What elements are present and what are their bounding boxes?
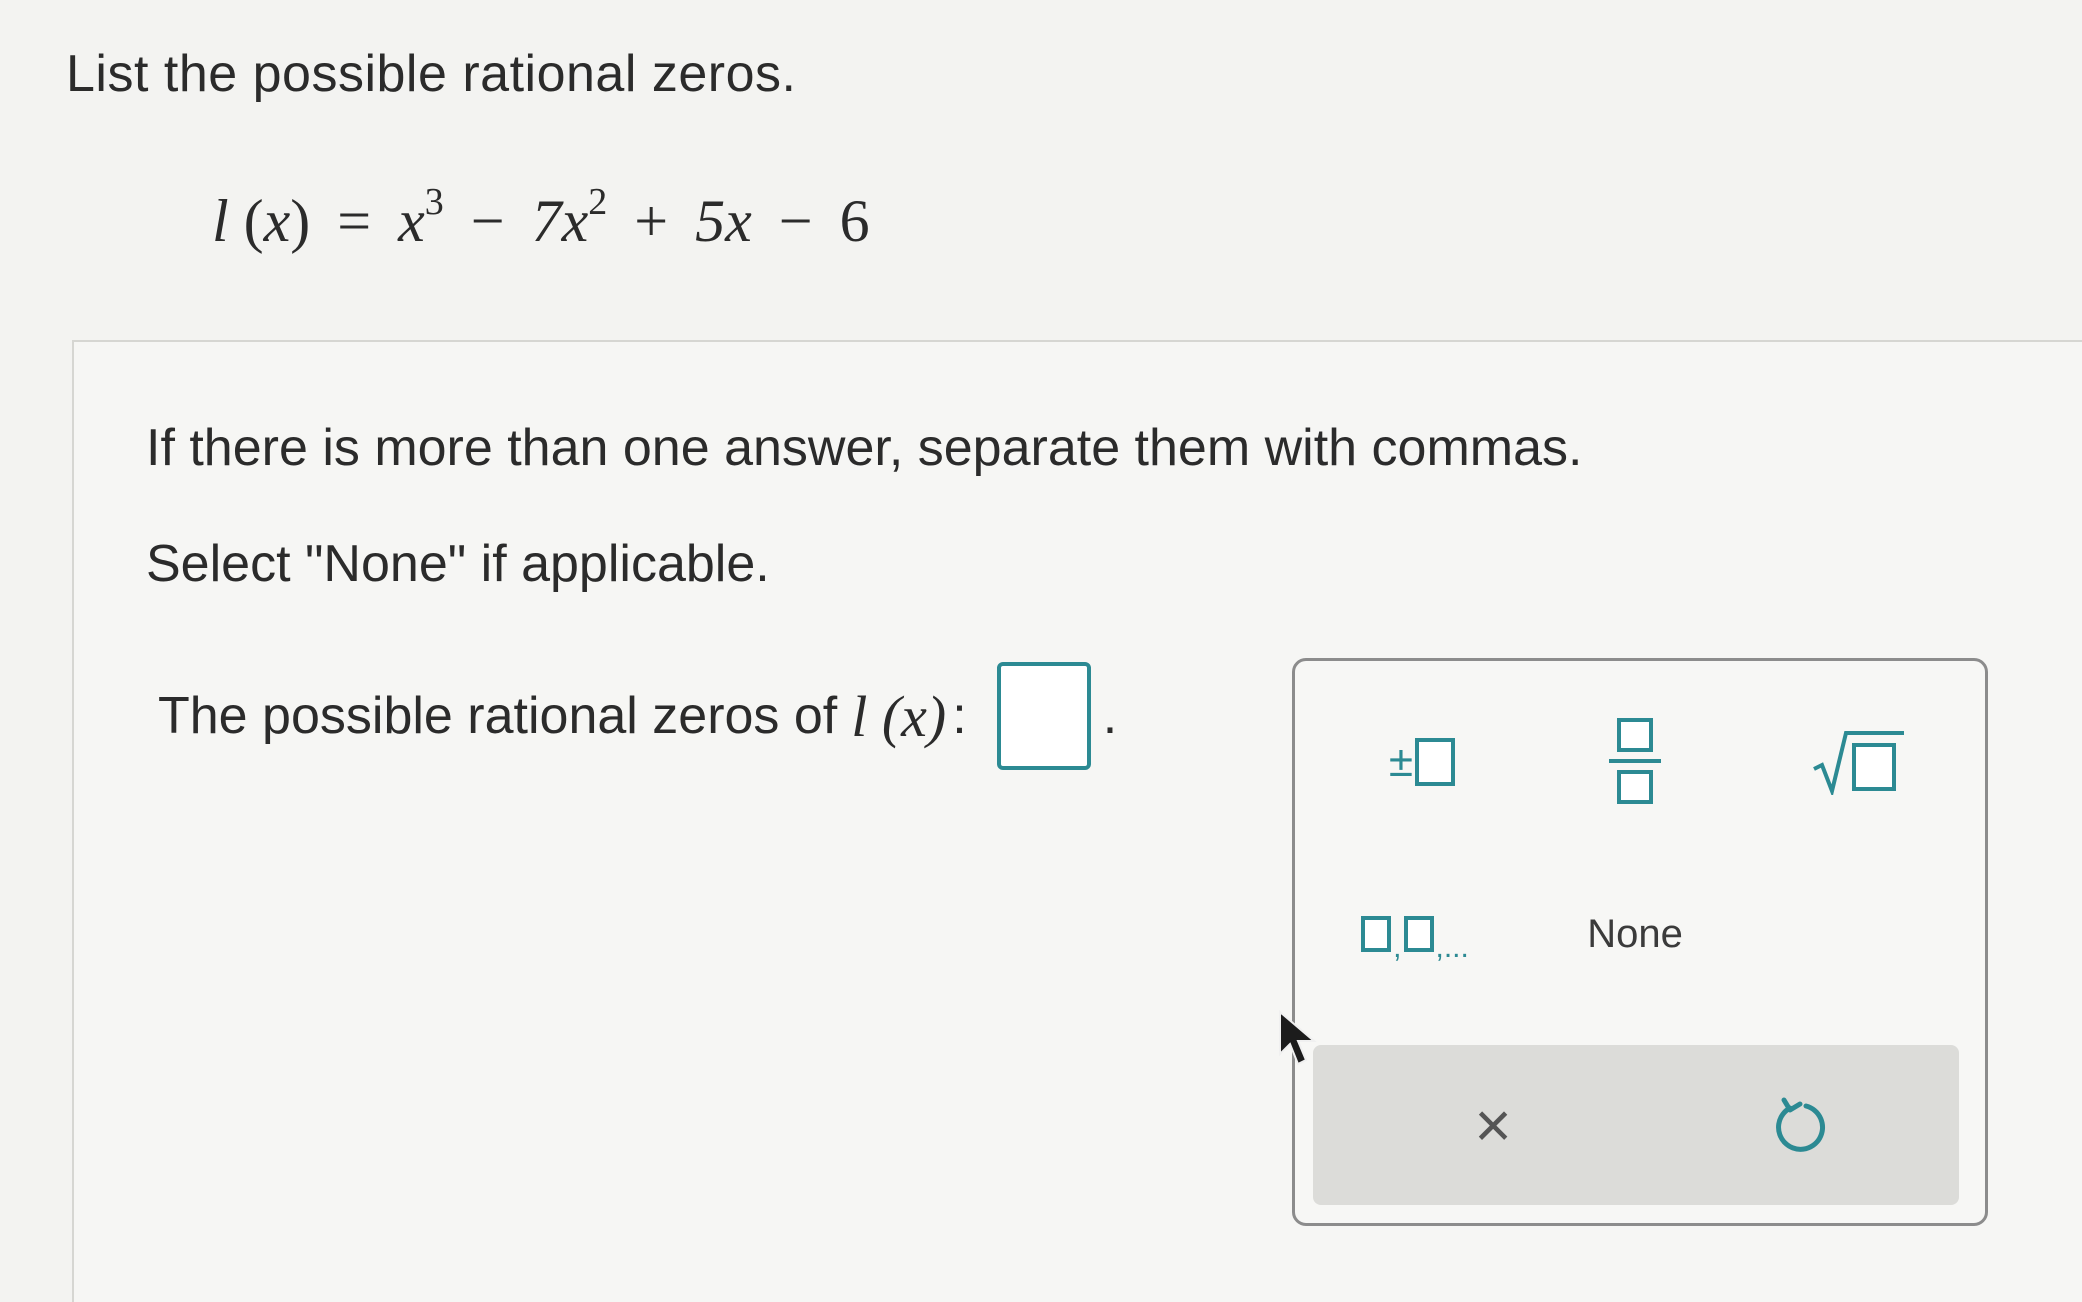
question-page: List the possible rational zeros. l (x) … — [0, 0, 2082, 1302]
denominator-box-icon — [1617, 770, 1653, 804]
list-button[interactable]: , ,... — [1341, 899, 1491, 969]
equation-open-paren: ( — [243, 188, 264, 254]
clear-button[interactable]: × — [1443, 1085, 1543, 1165]
answer-period: . — [1102, 687, 1118, 745]
list-ellipsis: ,... — [1435, 931, 1469, 964]
fraction-bar-icon — [1609, 759, 1661, 763]
clear-icon: × — [1474, 1089, 1512, 1161]
function-name: l — [212, 188, 229, 254]
exponent-3: 3 — [424, 181, 444, 223]
placeholder-box-icon — [1415, 738, 1456, 786]
keypad-action-bar: × — [1313, 1045, 1959, 1205]
none-button[interactable]: None — [1565, 899, 1705, 969]
answer-prompt-function: l (x) — [851, 683, 947, 749]
term-linear: 5x — [695, 188, 752, 254]
term-quadratic-base: 7x — [531, 188, 589, 254]
math-keypad: ± , ,... None × — [1292, 658, 1988, 1226]
numerator-box-icon — [1617, 718, 1653, 752]
equation-close-paren: ) — [290, 188, 311, 254]
answer-prompt-colon: : — [952, 687, 967, 745]
term-cubic-base: x — [398, 188, 425, 254]
minus-sign-2: − — [778, 188, 813, 254]
instruction-none: Select "None" if applicable. — [146, 535, 770, 593]
square-root-icon — [1813, 731, 1904, 795]
answer-input[interactable] — [996, 662, 1091, 770]
answer-prompt-label: The possible rational zeros of — [158, 687, 838, 745]
plus-minus-icon: ± — [1388, 737, 1414, 786]
list-box-1-icon — [1361, 916, 1392, 952]
mouse-pointer-icon — [1279, 1010, 1317, 1066]
polynomial-equation: l (x) = x3 − 7x2 + 5x − 6 — [212, 181, 870, 256]
square-root-button[interactable] — [1803, 717, 1913, 807]
instruction-commas: If there is more than one answer, separa… — [146, 419, 1583, 477]
list-box-2-icon — [1403, 916, 1434, 952]
fraction-button[interactable] — [1595, 701, 1675, 821]
undo-icon — [1776, 1097, 1825, 1152]
question-title: List the possible rational zeros. — [66, 45, 797, 103]
exponent-2: 2 — [588, 181, 608, 223]
function-variable: x — [263, 188, 291, 254]
undo-button[interactable] — [1753, 1085, 1853, 1165]
minus-sign: − — [470, 188, 505, 254]
list-comma: , — [1393, 931, 1402, 964]
equals-sign: = — [337, 188, 372, 254]
term-constant: 6 — [839, 188, 870, 254]
answer-prompt-row: The possible rational zeros of l (x) : . — [158, 662, 1117, 770]
plus-sign: + — [634, 188, 669, 254]
plus-minus-button[interactable]: ± — [1367, 717, 1477, 807]
